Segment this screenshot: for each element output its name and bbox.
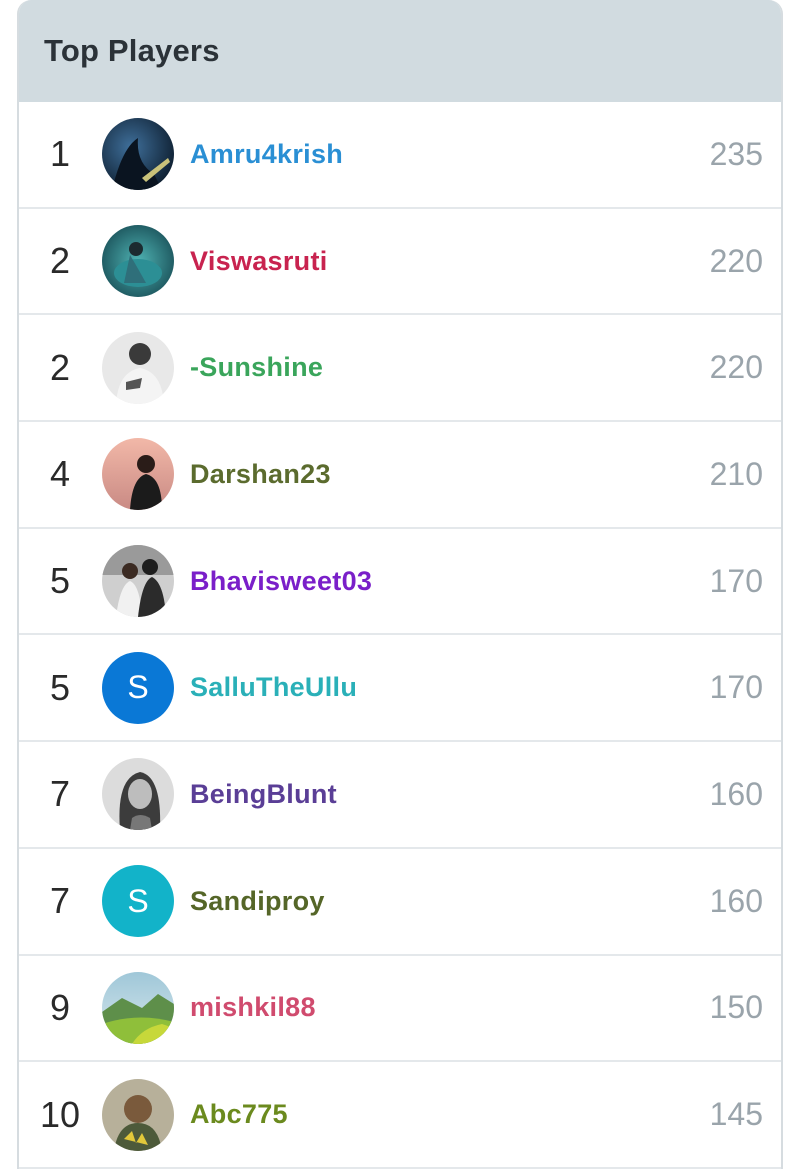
- player-name-link[interactable]: Darshan23: [190, 459, 331, 490]
- player-avatar[interactable]: [102, 971, 174, 1044]
- player-avatar[interactable]: [102, 545, 174, 618]
- player-name-link[interactable]: Amru4krish: [190, 139, 343, 170]
- player-score: 170: [709, 562, 763, 599]
- player-row[interactable]: 2 -Sunshine 220: [19, 315, 781, 423]
- player-row[interactable]: 4 Darshan23 210: [19, 422, 781, 529]
- photo-icon: [102, 118, 174, 191]
- player-avatar[interactable]: S: [102, 651, 174, 724]
- player-rank: 5: [49, 560, 71, 602]
- avatar-initial: S: [127, 669, 149, 706]
- player-name-link[interactable]: Bhavisweet03: [190, 566, 372, 597]
- player-row[interactable]: 5 Bhavisweet03 170: [19, 529, 781, 636]
- player-name-link[interactable]: SalluTheUllu: [190, 672, 357, 703]
- photo-icon: [102, 758, 174, 831]
- player-name-link[interactable]: mishkil88: [190, 992, 316, 1023]
- player-row[interactable]: 7 BeingBlunt 160: [19, 742, 781, 849]
- player-avatar[interactable]: [102, 758, 174, 831]
- player-rank: 5: [49, 666, 71, 708]
- player-row[interactable]: 1 Amru4krish 235: [19, 102, 781, 209]
- player-score: 150: [709, 989, 763, 1026]
- player-rank: 4: [49, 453, 71, 495]
- player-rank: 7: [49, 773, 71, 815]
- player-score: 145: [709, 1096, 763, 1133]
- player-name-link[interactable]: Abc775: [190, 1099, 288, 1130]
- photo-icon: [102, 331, 174, 404]
- player-score: 210: [709, 455, 763, 492]
- player-avatar[interactable]: S: [102, 865, 174, 938]
- player-rank: 9: [49, 986, 71, 1028]
- player-row[interactable]: 2 Viswasruti 220: [19, 209, 781, 316]
- player-rank: 2: [49, 240, 71, 282]
- player-name-link[interactable]: BeingBlunt: [190, 779, 337, 810]
- player-avatar[interactable]: [102, 438, 174, 511]
- player-row[interactable]: 7 S Sandiproy 160: [19, 849, 781, 956]
- player-row[interactable]: 10 Abc775 145: [19, 1062, 781, 1169]
- photo-icon: [102, 225, 174, 298]
- player-score: 170: [709, 669, 763, 706]
- avatar-initial: S: [127, 882, 149, 919]
- player-rank: 10: [39, 1093, 81, 1135]
- player-rank: 2: [49, 346, 71, 388]
- photo-icon: [102, 545, 174, 618]
- panel-title: Top Players: [44, 33, 220, 68]
- player-score: 235: [709, 135, 763, 172]
- player-rank: 7: [49, 880, 71, 922]
- player-avatar[interactable]: [102, 225, 174, 298]
- photo-icon: [102, 438, 174, 511]
- top-players-panel: Top Players 1 Amru4krish 235 2 Viswasrut…: [17, 0, 783, 1169]
- photo-icon: [102, 1078, 174, 1151]
- photo-icon: [102, 971, 174, 1044]
- player-name-link[interactable]: Sandiproy: [190, 886, 325, 917]
- player-avatar[interactable]: [102, 118, 174, 191]
- player-score: 160: [709, 775, 763, 812]
- panel-header: Top Players: [19, 0, 781, 102]
- player-row[interactable]: 9 mishkil88 150: [19, 956, 781, 1063]
- player-score: 220: [709, 349, 763, 386]
- player-rank: 1: [49, 133, 71, 175]
- player-avatar[interactable]: [102, 331, 174, 404]
- player-avatar[interactable]: [102, 1078, 174, 1151]
- player-row[interactable]: 5 S SalluTheUllu 170: [19, 635, 781, 743]
- player-score: 220: [709, 242, 763, 279]
- player-score: 160: [709, 882, 763, 919]
- player-name-link[interactable]: -Sunshine: [190, 352, 323, 383]
- player-name-link[interactable]: Viswasruti: [190, 246, 328, 277]
